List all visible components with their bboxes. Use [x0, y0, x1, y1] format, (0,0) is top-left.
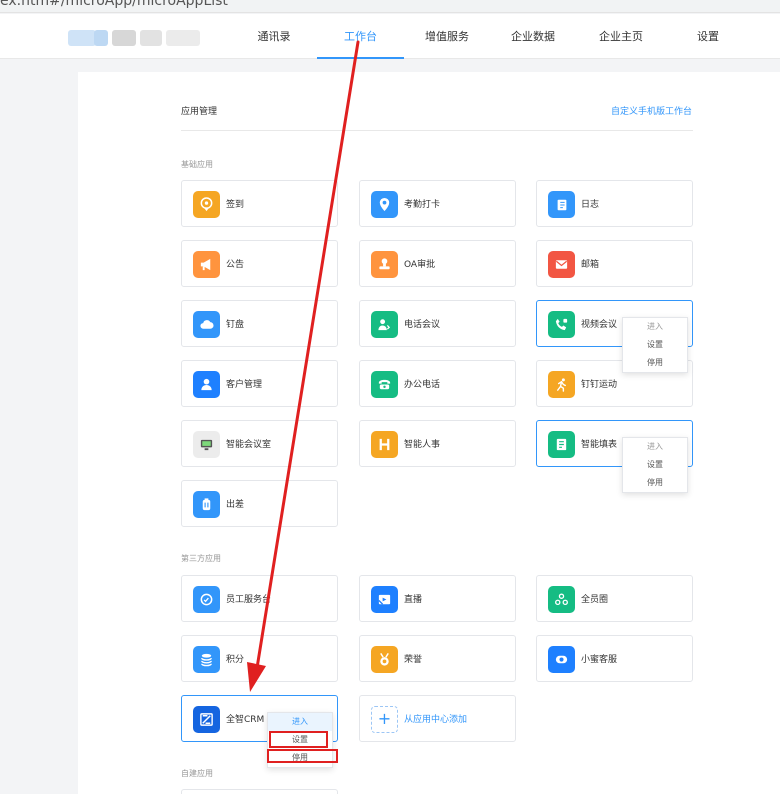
nav-tab-value-added[interactable]: 增值服务: [414, 14, 480, 59]
section-label-third-party: 第三方应用: [181, 554, 221, 563]
monitor-icon: [193, 431, 220, 458]
app-card-dianhuahuiyi[interactable]: 电话会议: [359, 300, 516, 347]
menu-item-settings[interactable]: 设置: [268, 731, 332, 749]
app-name: 邮箱: [581, 260, 600, 270]
app-context-menu-crm: 进入 设置 停用: [267, 712, 333, 768]
app-name: 员工服务台: [226, 595, 272, 605]
telephone-icon: [371, 371, 398, 398]
megaphone-icon: [193, 251, 220, 278]
coins-icon: [193, 646, 220, 673]
suitcase-icon: [193, 491, 220, 518]
app-name: 签到: [226, 200, 245, 210]
app-card-zhibo[interactable]: 直播: [359, 575, 516, 622]
conference-call-icon: [371, 311, 398, 338]
headset-icon: [548, 646, 575, 673]
app-name: 出差: [226, 500, 245, 510]
app-card-oa[interactable]: OA审批: [359, 240, 516, 287]
app-card-quanyuanquan[interactable]: 全员圈: [536, 575, 693, 622]
notebook-icon: [548, 191, 575, 218]
app-name: 智能填表: [581, 440, 618, 450]
letter-h-icon: [371, 431, 398, 458]
app-name: 考勤打卡: [404, 200, 441, 210]
address-bar[interactable]: ex.htm#/microApp/microAppList: [0, 0, 780, 13]
app-context-menu-shipinhuiyi: 进入 设置 停用: [622, 317, 688, 373]
circle-group-icon: [548, 586, 575, 613]
app-card-xiaomi[interactable]: 小蜜客服: [536, 635, 693, 682]
url-text: ex.htm#/microApp/microAppList: [0, 0, 228, 9]
menu-item-settings[interactable]: 设置: [623, 456, 687, 474]
app-card-youxiang[interactable]: 邮箱: [536, 240, 693, 287]
mail-icon: [548, 251, 575, 278]
nav-tab-enterprise-home[interactable]: 企业主页: [588, 14, 654, 59]
nav-tab-contacts[interactable]: 通讯录: [243, 14, 305, 59]
menu-item-enter[interactable]: 进入: [268, 713, 332, 731]
app-card-bangong[interactable]: 办公电话: [359, 360, 516, 407]
app-card-rongyu[interactable]: 荣誉: [359, 635, 516, 682]
chat-bot-icon: [193, 586, 220, 613]
page-title: 应用管理: [181, 107, 218, 117]
app-card-kehu[interactable]: 客户管理: [181, 360, 338, 407]
app-card-qiandao[interactable]: 签到: [181, 180, 338, 227]
customize-mobile-workbench-link[interactable]: 自定义手机版工作台: [611, 104, 692, 117]
cloud-icon: [193, 311, 220, 338]
app-card-dingpan[interactable]: 钉盘: [181, 300, 338, 347]
app-name: 日志: [581, 200, 600, 210]
app-card-jifen[interactable]: 积分: [181, 635, 338, 682]
app-name: 全智CRM: [226, 715, 265, 725]
add-from-app-center-button[interactable]: + 从应用中心添加: [359, 695, 516, 742]
running-icon: [548, 371, 575, 398]
menu-item-disable[interactable]: 停用: [623, 474, 687, 492]
menu-item-enter[interactable]: 进入: [623, 318, 687, 336]
app-name: 智能人事: [404, 440, 441, 450]
location-pin-icon: [371, 191, 398, 218]
app-name: 客户管理: [226, 380, 263, 390]
app-name: 积分: [226, 655, 245, 665]
app-card-gonggao[interactable]: 公告: [181, 240, 338, 287]
plus-icon: +: [371, 706, 398, 733]
app-name: 智能会议室: [226, 440, 272, 450]
stamp-icon: [371, 251, 398, 278]
menu-item-disable[interactable]: 停用: [268, 749, 332, 767]
divider: [181, 130, 693, 131]
nav-tab-settings[interactable]: 设置: [686, 14, 730, 59]
nav-tab-enterprise-data[interactable]: 企业数据: [500, 14, 566, 59]
crm-logo-icon: [193, 706, 220, 733]
medal-icon: [371, 646, 398, 673]
live-icon: [371, 586, 398, 613]
menu-item-enter[interactable]: 进入: [623, 438, 687, 456]
section-label-custom: 自建应用: [181, 769, 213, 778]
app-name: OA审批: [404, 260, 436, 270]
app-name: 办公电话: [404, 380, 441, 390]
app-card-huiyishi[interactable]: 智能会议室: [181, 420, 338, 467]
form-icon: [548, 431, 575, 458]
app-name: 直播: [404, 595, 423, 605]
app-name: 钉盘: [226, 320, 245, 330]
video-call-icon: [548, 311, 575, 338]
app-name: 电话会议: [404, 320, 441, 330]
app-card-renshi[interactable]: 智能人事: [359, 420, 516, 467]
section-label-basic: 基础应用: [181, 160, 213, 169]
nav-tab-workbench[interactable]: 工作台: [317, 14, 404, 59]
app-card-yuangong[interactable]: 员工服务台: [181, 575, 338, 622]
app-card-rizhi[interactable]: 日志: [536, 180, 693, 227]
person-icon: [193, 371, 220, 398]
menu-item-settings[interactable]: 设置: [623, 336, 687, 354]
app-card-kaoqin[interactable]: 考勤打卡: [359, 180, 516, 227]
app-card-custom-partial: [181, 789, 338, 794]
menu-item-disable[interactable]: 停用: [623, 354, 687, 372]
location-pin-icon: [193, 191, 220, 218]
app-name: 视频会议: [581, 320, 618, 330]
app-context-menu-tianbiao: 进入 设置 停用: [622, 437, 688, 493]
app-name: 全员圈: [581, 595, 609, 605]
app-name: 公告: [226, 260, 245, 270]
app-name: 钉钉运动: [581, 380, 618, 390]
app-name: 荣誉: [404, 655, 423, 665]
top-navigation: 通讯录 工作台 增值服务 企业数据 企业主页 设置: [0, 14, 780, 59]
app-card-chuchai[interactable]: 出差: [181, 480, 338, 527]
company-logo: [68, 30, 200, 46]
add-app-label: 从应用中心添加: [404, 715, 468, 725]
app-name: 小蜜客服: [581, 655, 618, 665]
